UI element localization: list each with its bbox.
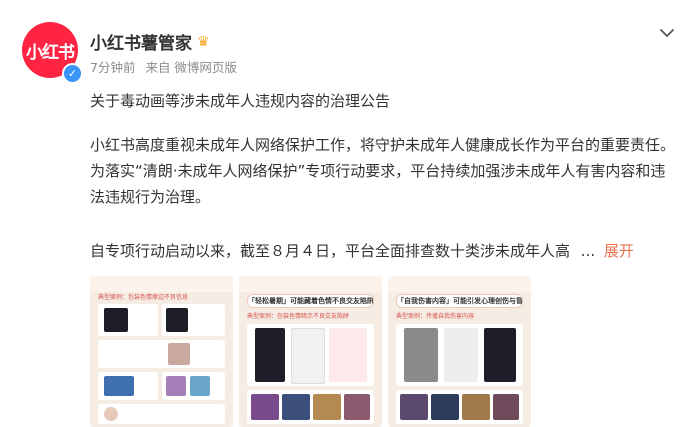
image-card	[247, 390, 374, 424]
post-meta: 7分钟前 来自 微博网页版	[90, 57, 243, 76]
image	[329, 328, 367, 382]
post-headline: 关于毒动画等涉未成年人违规内容的治理公告	[90, 92, 391, 110]
image	[404, 328, 438, 382]
image	[400, 394, 428, 420]
image	[344, 394, 370, 420]
thumbnail-3[interactable]: 「自我伤害内容」可能引发心理创伤与冒险效仿 典型案例：传播自我伤害内容	[388, 276, 531, 427]
thumbnail-banner: 「轻松暑期」可能藏着色情不良交友陷阱	[247, 294, 374, 308]
image-card	[162, 304, 225, 336]
paragraph-2-text: 自专项行动启动以来，截至８月４日，平台全面排查数十类涉未成年人高	[90, 242, 571, 260]
expand-link[interactable]: 展开	[604, 242, 634, 260]
image-thumbnails: 典型案例：包装色情擦边不良信息 「轻松暑期」可能藏着色情不良交友陷阱 典型案例：…	[90, 276, 531, 427]
image	[190, 376, 210, 396]
thumbnail-1[interactable]: 典型案例：包装色情擦边不良信息	[90, 276, 233, 427]
image	[431, 394, 459, 420]
post-source: 来自 微博网页版	[145, 60, 237, 75]
image	[104, 376, 134, 396]
username-row: 小红书薯管家 ♛	[90, 29, 210, 55]
ellipsis: ...	[580, 242, 596, 260]
image	[462, 394, 490, 420]
image-card	[396, 390, 523, 424]
image	[313, 394, 341, 420]
image	[166, 308, 188, 332]
username[interactable]: 小红书薯管家	[90, 29, 192, 54]
image	[255, 328, 285, 382]
post-paragraph-1: 小红书高度重视未成年人网络保护工作，将守护未成年人健康成长作为平台的重要责任。为…	[90, 136, 676, 206]
image	[444, 328, 478, 382]
image	[493, 394, 519, 420]
crown-icon: ♛	[197, 33, 210, 50]
image	[251, 394, 279, 420]
thumbnail-subtitle: 典型案例：传播自我伤害内容	[396, 313, 475, 320]
image-card	[98, 372, 158, 400]
image	[166, 376, 186, 396]
thumbnail-banner: 「自我伤害内容」可能引发心理创伤与冒险效仿	[396, 294, 523, 308]
thumbnail-header	[90, 276, 233, 292]
image-card	[247, 324, 374, 386]
image-card	[98, 304, 158, 336]
avatar-logo-text: 小红书	[26, 42, 75, 63]
image-card	[98, 404, 225, 424]
image	[484, 328, 516, 382]
image	[168, 343, 190, 365]
post-paragraph-2: 自专项行动启动以来，截至８月４日，平台全面排查数十类涉未成年人高 ... 展开	[90, 240, 680, 261]
thumbnail-subtitle: 典型案例：包装色情暗示不良交友陷阱	[247, 313, 350, 320]
image	[104, 407, 118, 421]
verified-badge-icon: ✓	[62, 63, 83, 84]
image	[282, 394, 310, 420]
thumbnail-header	[388, 276, 531, 292]
thumbnail-header	[239, 276, 382, 292]
thumbnail-2[interactable]: 「轻松暑期」可能藏着色情不良交友陷阱 典型案例：包装色情暗示不良交友陷阱	[239, 276, 382, 427]
image-card	[162, 372, 225, 400]
image-card	[396, 324, 523, 386]
post-time[interactable]: 7分钟前	[90, 60, 135, 75]
chevron-down-icon[interactable]	[658, 24, 676, 42]
image-card	[98, 340, 225, 368]
image	[104, 308, 128, 332]
image	[291, 328, 325, 384]
thumbnail-subtitle: 典型案例：包装色情擦边不良信息	[98, 294, 189, 301]
